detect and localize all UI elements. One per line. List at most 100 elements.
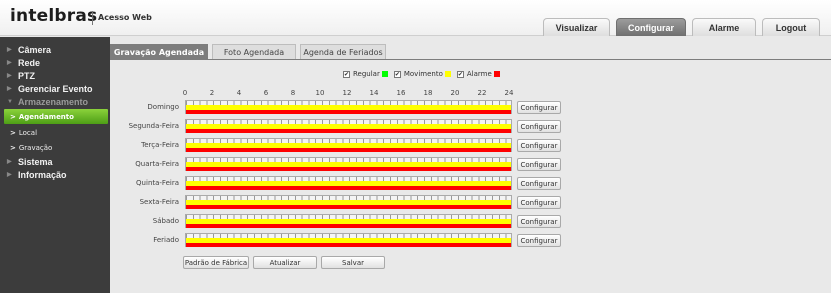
sidebar-item-sistema[interactable]: ▶ Sistema (0, 155, 110, 168)
hour-tick: 12 (342, 89, 352, 97)
alarme-color-swatch (493, 71, 500, 77)
alarme-segment (186, 167, 511, 171)
tab-agenda-feriados[interactable]: Agenda de Feriados (300, 44, 386, 59)
tab-alarme[interactable]: Alarme (692, 18, 756, 36)
schedule-bar-sabado[interactable] (185, 214, 512, 228)
alarme-segment (186, 129, 511, 133)
chevron-right-icon: > (10, 112, 16, 121)
top-header: intelbras Acesso Web Visualizar Configur… (0, 0, 831, 36)
schedule-bar-quarta[interactable] (185, 157, 512, 171)
main-content: Gravação Agendada Foto Agendada Agenda d… (110, 37, 831, 293)
record-type-legend: ✔ Regular ✔ Movimento ✔ Alarme (343, 70, 506, 78)
chevron-right-icon: ▶ (7, 86, 12, 92)
day-label-quarta: Quarta-Feira (135, 160, 179, 168)
schedule-bar-terca[interactable] (185, 138, 512, 152)
save-button[interactable]: Salvar (321, 256, 385, 269)
day-label-sexta: Sexta-Feira (139, 198, 179, 206)
hour-tick: 2 (209, 89, 215, 97)
sidebar-item-armazenamento[interactable]: ▼ Armazenamento (0, 95, 110, 108)
sidebar-item-camera[interactable]: ▶ Câmera (0, 43, 110, 56)
hour-tick: 14 (369, 89, 379, 97)
schedule-bar-segunda[interactable] (185, 119, 512, 133)
schedule-bar-feriado[interactable] (185, 233, 512, 247)
sidebar-item-gerenciar-evento[interactable]: ▶ Gerenciar Evento (0, 82, 110, 95)
day-label-domingo: Domingo (147, 103, 179, 111)
chevron-right-icon: ▶ (7, 172, 12, 178)
logo-divider (92, 11, 93, 25)
alarme-segment (186, 243, 511, 247)
schedule-bar-sexta[interactable] (185, 195, 512, 209)
tab-visualizar[interactable]: Visualizar (543, 18, 610, 36)
configure-button-terca[interactable]: Configurar (517, 139, 561, 152)
configure-button-quarta[interactable]: Configurar (517, 158, 561, 171)
schedule-bar-domingo[interactable] (185, 100, 512, 114)
refresh-button[interactable]: Atualizar (253, 256, 317, 269)
regular-color-swatch (381, 71, 388, 77)
chevron-right-icon: > (10, 128, 16, 137)
hour-axis: 0 2 4 6 8 10 12 14 16 18 20 22 24 (182, 89, 514, 99)
hour-tick: 6 (263, 89, 269, 97)
tab-foto-agendada[interactable]: Foto Agendada (212, 44, 296, 59)
hour-tick: 8 (290, 89, 296, 97)
legend-regular: ✔ Regular (343, 70, 388, 78)
chevron-right-icon: ▶ (7, 47, 12, 53)
sidebar-item-label: Armazenamento (18, 96, 89, 107)
sidebar-item-label: Câmera (18, 44, 52, 55)
configure-button-sabado[interactable]: Configurar (517, 215, 561, 228)
tab-gravacao-agendada[interactable]: Gravação Agendada (110, 44, 208, 59)
configure-button-domingo[interactable]: Configurar (517, 101, 561, 114)
day-label-feriado: Feriado (153, 236, 179, 244)
configure-button-quinta[interactable]: Configurar (517, 177, 561, 190)
alarme-segment (186, 148, 511, 152)
legend-movimento: ✔ Movimento (393, 70, 451, 78)
tab-logout[interactable]: Logout (762, 18, 820, 36)
alarme-segment (186, 186, 511, 190)
tab-configurar[interactable]: Configurar (616, 18, 686, 36)
configure-button-segunda[interactable]: Configurar (517, 120, 561, 133)
sidebar-item-label: Informação (18, 169, 67, 180)
sidebar-item-label: Rede (18, 57, 41, 68)
alarme-segment (186, 110, 511, 114)
sidebar-item-label: Agendamento (18, 112, 74, 121)
chevron-right-icon: ▶ (7, 159, 12, 165)
alarme-segment (186, 205, 511, 209)
legend-label: Regular (353, 70, 380, 78)
brand-logo: intelbras (10, 6, 98, 26)
schedule-tabs: Gravação Agendada Foto Agendada Agenda d… (110, 44, 390, 59)
legend-label: Alarme (466, 70, 492, 78)
tab-underline (110, 59, 831, 60)
sidebar-item-rede[interactable]: ▶ Rede (0, 56, 110, 69)
hour-tick: 22 (477, 89, 487, 97)
sidebar-item-gravacao[interactable]: > Gravação (0, 140, 110, 155)
chevron-right-icon: ▶ (7, 73, 12, 79)
movimento-color-swatch (444, 71, 451, 77)
sidebar-item-label: Gerenciar Evento (18, 83, 93, 94)
chevron-right-icon: ▶ (7, 60, 12, 66)
movimento-checkbox[interactable]: ✔ (393, 70, 401, 78)
chevron-right-icon: > (10, 143, 16, 152)
alarme-checkbox[interactable]: ✔ (456, 70, 464, 78)
configure-button-feriado[interactable]: Configurar (517, 234, 561, 247)
hour-tick: 4 (236, 89, 242, 97)
configure-button-sexta[interactable]: Configurar (517, 196, 561, 209)
sidebar-item-local[interactable]: > Local (0, 125, 110, 140)
day-label-sabado: Sábado (152, 217, 179, 225)
hour-tick: 24 (504, 89, 514, 97)
sidebar-item-label: PTZ (18, 70, 35, 81)
factory-default-button[interactable]: Padrão de Fábrica (183, 256, 249, 269)
sidebar-item-label: Gravação (18, 143, 53, 152)
regular-checkbox[interactable]: ✔ (343, 70, 350, 78)
hour-tick: 0 (182, 89, 188, 97)
main-nav-tabs: Visualizar Configurar Alarme Logout (543, 18, 826, 36)
sidebar-item-ptz[interactable]: ▶ PTZ (0, 69, 110, 82)
chevron-down-icon: ▼ (7, 98, 13, 105)
legend-label: Movimento (403, 70, 443, 78)
schedule-bar-quinta[interactable] (185, 176, 512, 190)
day-label-segunda: Segunda-Feira (128, 122, 179, 130)
sidebar-item-informacao[interactable]: ▶ Informação (0, 168, 110, 181)
hour-tick: 18 (423, 89, 433, 97)
sidebar-item-agendamento[interactable]: > Agendamento (4, 109, 108, 124)
sidebar-nav: ▶ Câmera ▶ Rede ▶ PTZ ▶ Gerenciar Evento ▼ Ar… (0, 37, 110, 293)
legend-alarme: ✔ Alarme (456, 70, 500, 78)
sidebar-item-label: Local (18, 128, 38, 137)
